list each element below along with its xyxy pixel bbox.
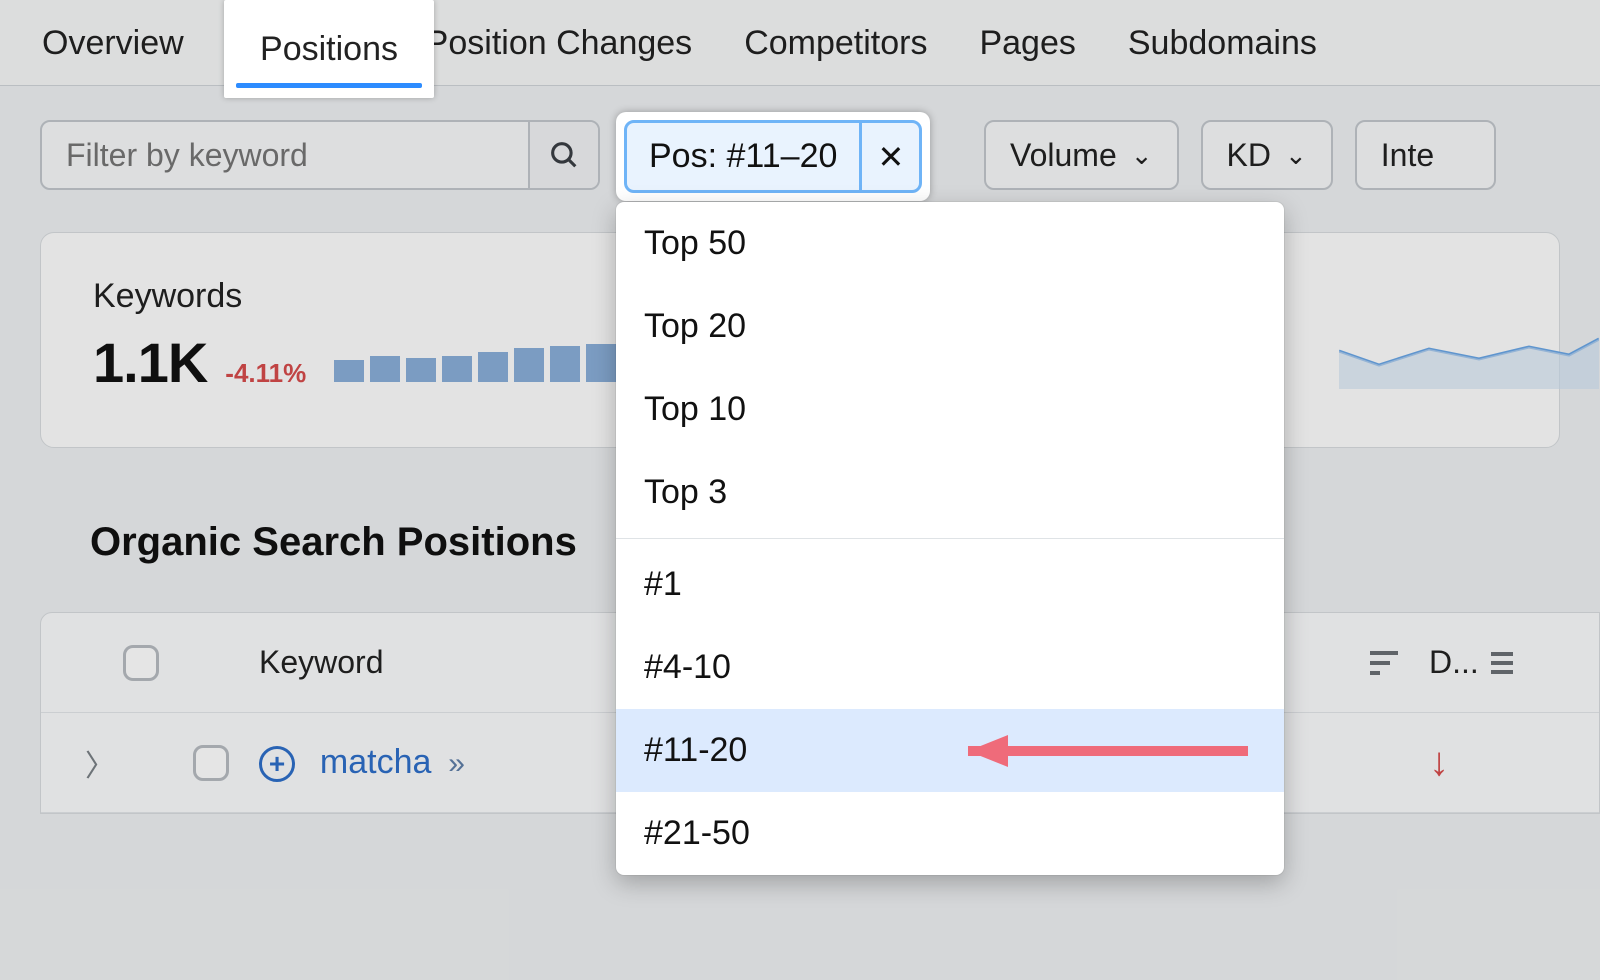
clear-position-filter[interactable]: ✕ — [859, 123, 919, 190]
dd-rank-21-50[interactable]: #21-50 — [616, 792, 1284, 875]
select-all-checkbox[interactable] — [123, 645, 159, 681]
column-sort-icon[interactable] — [1339, 649, 1429, 677]
dd-top-3[interactable]: Top 3 — [616, 451, 1284, 534]
dd-top-10[interactable]: Top 10 — [616, 368, 1284, 451]
position-filter-pill[interactable]: Pos: #11–20 ✕ — [624, 120, 922, 193]
column-d[interactable]: D... — [1429, 644, 1599, 681]
dd-rank-11-20-label: #11-20 — [644, 731, 747, 769]
sort-desc-icon — [1368, 649, 1400, 677]
dd-top-20[interactable]: Top 20 — [616, 285, 1284, 368]
open-keyword-icon[interactable]: » — [448, 747, 465, 780]
keyword-link[interactable]: matcha — [320, 743, 432, 781]
dd-top-50[interactable]: Top 50 — [616, 202, 1284, 285]
tab-subdomains[interactable]: Subdomains — [1124, 18, 1321, 87]
intent-filter-label: Inte — [1381, 137, 1434, 174]
volume-filter-label: Volume — [1010, 137, 1117, 174]
dd-rank-4-10[interactable]: #4-10 — [616, 626, 1284, 709]
tab-positions-label: Positions — [260, 30, 398, 69]
tab-competitors[interactable]: Competitors — [740, 18, 931, 87]
position-filter-dropdown: Top 50 Top 20 Top 10 Top 3 #1 #4-10 #11-… — [616, 202, 1284, 875]
section-title: Organic Search Positions — [90, 520, 577, 565]
dd-rank-11-20[interactable]: #11-20 — [616, 709, 1284, 792]
keyword-search-button[interactable] — [528, 122, 598, 188]
row-checkbox[interactable] — [193, 745, 229, 781]
menu-icon — [1491, 650, 1513, 676]
position-filter-label: Pos: #11–20 — [627, 123, 859, 190]
volume-filter[interactable]: Volume ⌄ — [984, 120, 1179, 190]
kd-filter[interactable]: KD ⌄ — [1201, 120, 1333, 190]
intent-filter[interactable]: Inte — [1355, 120, 1496, 190]
dd-rank-1[interactable]: #1 — [616, 543, 1284, 626]
trend-down-icon: ↓ — [1429, 740, 1449, 785]
stat-value: 1.1K — [93, 330, 207, 395]
stat-sparkline-bars — [334, 344, 616, 382]
column-d-label: D... — [1429, 644, 1479, 681]
position-filter-highlight: Pos: #11–20 ✕ — [616, 112, 930, 201]
stat-delta: -4.11% — [225, 358, 306, 389]
kd-filter-label: KD — [1227, 137, 1271, 174]
search-icon — [547, 138, 581, 172]
dropdown-separator — [616, 538, 1284, 539]
tab-pages[interactable]: Pages — [975, 18, 1079, 87]
chevron-down-icon: ⌄ — [1131, 140, 1153, 171]
chevron-down-icon: ⌄ — [1285, 140, 1307, 171]
annotation-arrow — [898, 729, 1258, 773]
keyword-search-group — [40, 120, 600, 190]
tab-positions[interactable]: Positions — [224, 0, 434, 98]
add-keyword-icon[interactable]: + — [259, 746, 295, 782]
tab-position-changes[interactable]: Position Changes — [422, 18, 697, 87]
expand-row-icon[interactable]: 〉 — [85, 741, 115, 785]
traffic-sparkline — [1339, 319, 1599, 389]
tab-overview[interactable]: Overview — [38, 18, 188, 87]
keyword-search-input[interactable] — [42, 122, 528, 188]
